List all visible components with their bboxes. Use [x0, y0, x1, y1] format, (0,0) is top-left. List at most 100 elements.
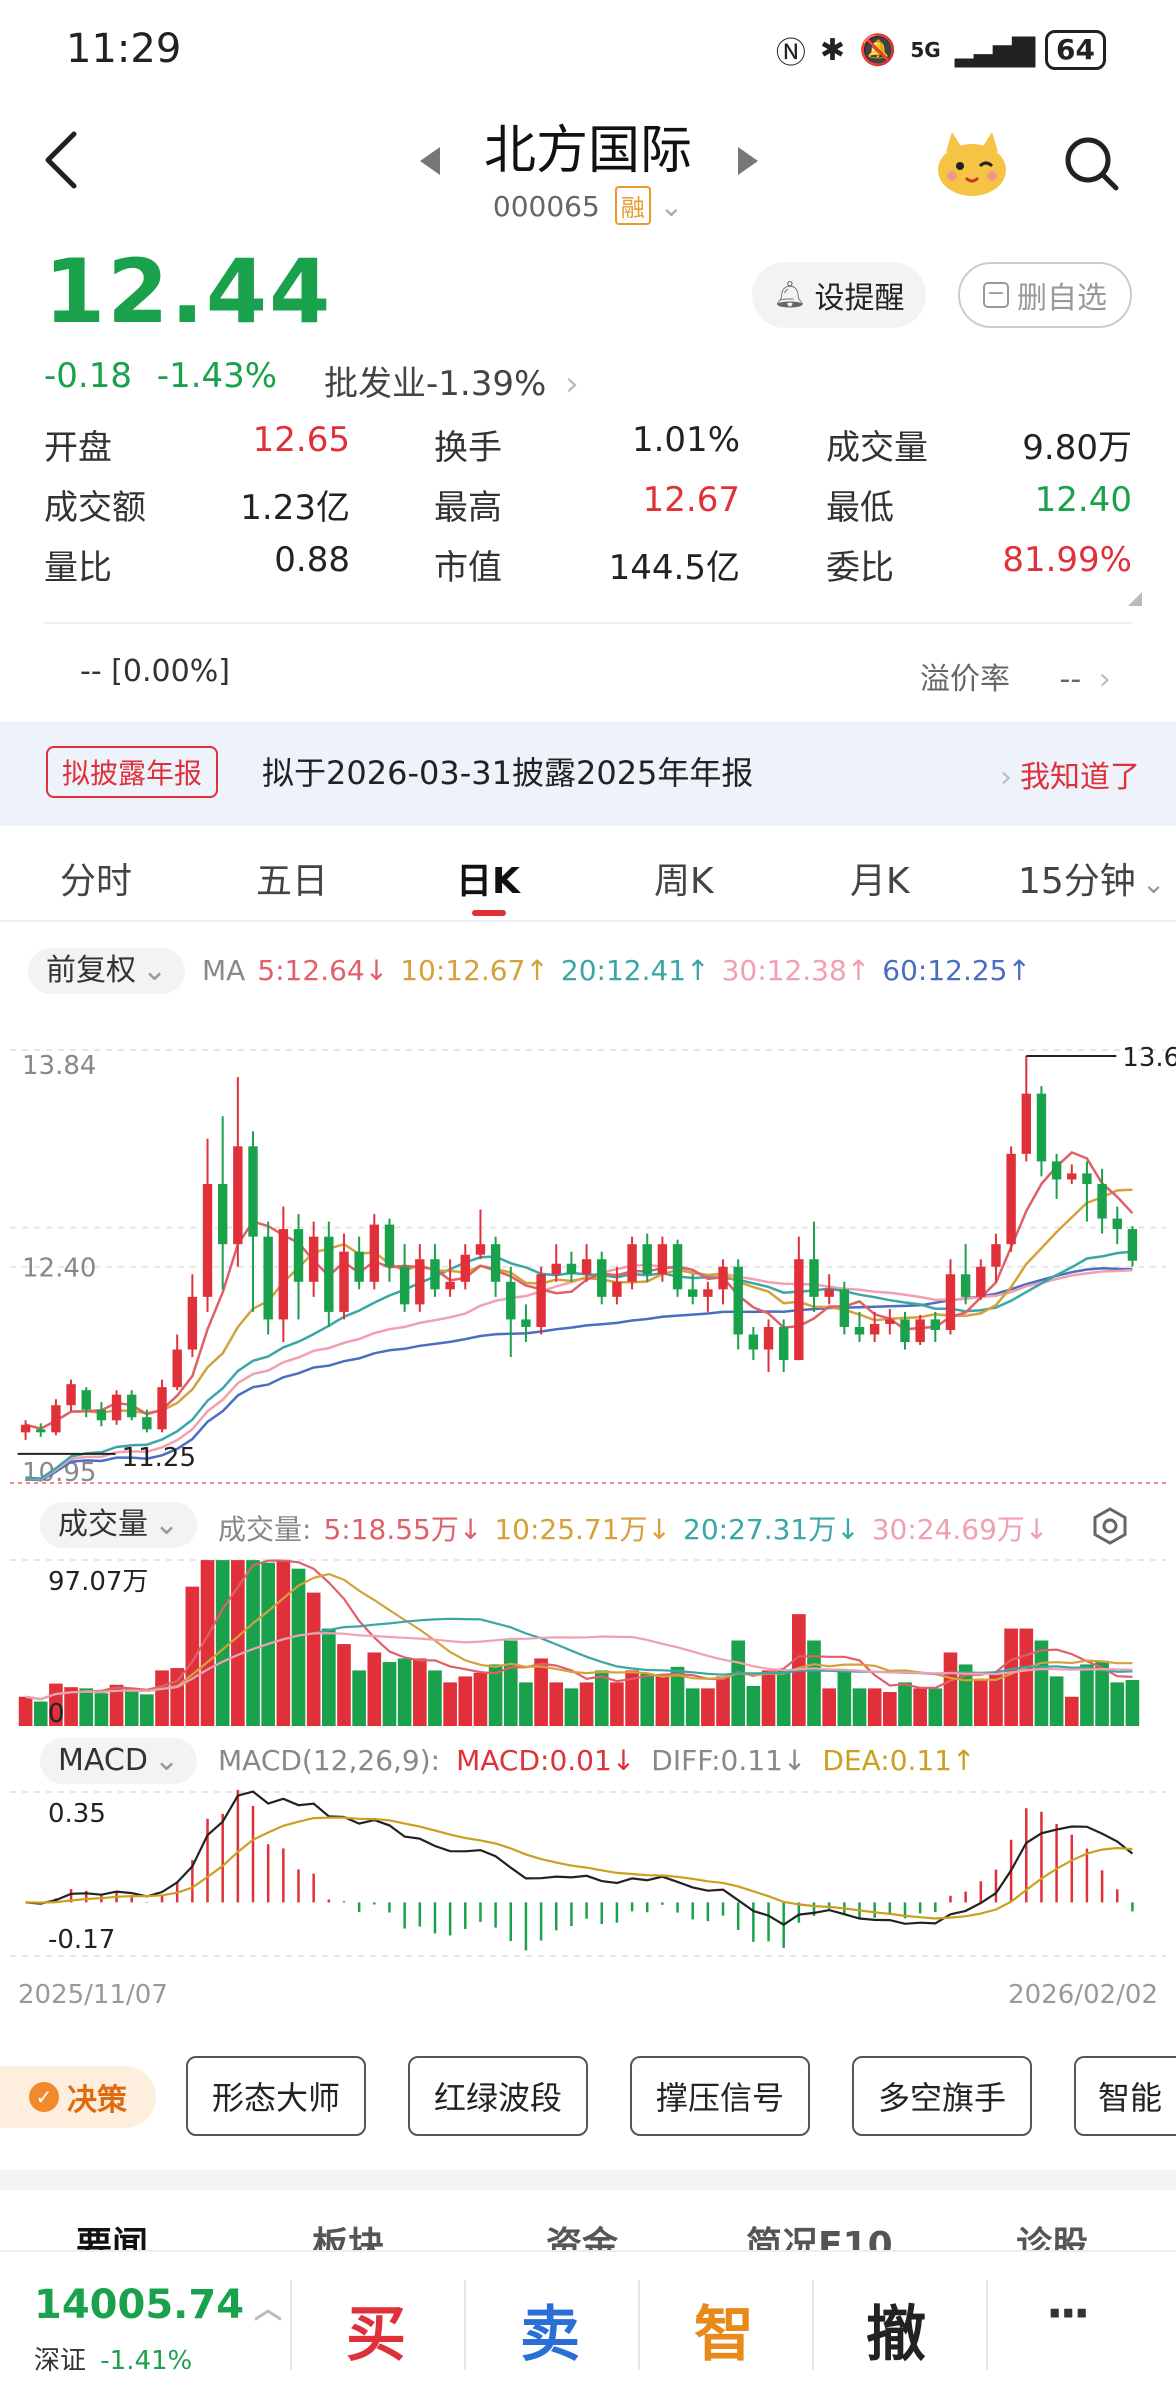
stat-value: 9.80万 — [1022, 428, 1132, 468]
volume-bar — [610, 1682, 624, 1726]
tool-smart[interactable]: 智能 — [1074, 2056, 1176, 2136]
y-axis-label: 13.84 — [22, 1051, 96, 1081]
volume-bar — [822, 1688, 836, 1726]
expand-corner-icon[interactable] — [1128, 592, 1142, 606]
search-icon[interactable] — [1062, 134, 1122, 194]
active-tab-indicator — [472, 910, 506, 916]
candle-body — [642, 1244, 652, 1275]
volume-bar — [989, 1674, 1003, 1726]
volume-bar — [337, 1644, 351, 1726]
tab-five-day[interactable]: 五日 — [256, 852, 328, 904]
volume-bar — [124, 1688, 139, 1726]
candle-body — [885, 1319, 895, 1324]
tool-red-green-band[interactable]: 红绿波段 — [408, 2056, 588, 2136]
set-alert-label: 设提醒 — [814, 281, 905, 316]
index-change: -1.41% — [100, 2346, 193, 2376]
sell-button[interactable]: 卖 — [520, 2286, 580, 2373]
macd-y-label: -0.17 — [48, 1925, 115, 1955]
remove-watchlist-button[interactable]: − 删自选 — [958, 262, 1132, 328]
kline-chart[interactable]: 13.84 12.40 10.95 13.66 11.25 97.07万 0 0.35 -0.1… — [0, 1020, 1176, 1980]
stat-value: 12.67 — [642, 480, 740, 520]
notice-text[interactable]: 拟于2026-03-31披露2025年年报 — [262, 748, 753, 794]
macd-dropdown[interactable]: MACD ⌄ — [40, 1738, 198, 1784]
volume-bar — [322, 1628, 336, 1726]
volume-bar — [140, 1694, 154, 1726]
industry-link[interactable]: 批发业-1.39% › — [324, 356, 579, 405]
candle-body — [566, 1263, 577, 1275]
tool-label: 形态大师 — [211, 2079, 340, 2117]
candle-body — [536, 1274, 546, 1327]
volume-bar — [928, 1688, 943, 1726]
legend-item: 60:12.25↑ — [882, 954, 1031, 987]
volume-bar — [33, 1701, 48, 1726]
volume-bar — [883, 1691, 897, 1726]
next-stock-icon[interactable] — [736, 145, 760, 177]
index-value[interactable]: 14005.74 ︿ — [34, 2282, 282, 2328]
remove-watchlist-label: 删自选 — [1017, 281, 1107, 316]
candle-body — [976, 1266, 986, 1297]
candle-body — [157, 1387, 167, 1430]
candle-body — [1006, 1153, 1016, 1245]
volume-bar — [352, 1670, 366, 1726]
candle-body — [430, 1259, 440, 1290]
volume-bar — [231, 1560, 245, 1726]
stat-value: 1.01% — [631, 420, 740, 460]
candle-body — [1127, 1229, 1138, 1261]
tool-pattern-master[interactable]: 形态大师 — [186, 2056, 366, 2136]
price-change-pct: -1.43% — [156, 356, 278, 396]
volume-bar — [94, 1693, 109, 1726]
chevron-down-icon: ⌄ — [154, 1507, 180, 1542]
tab-monthly-k[interactable]: 月K — [850, 852, 910, 904]
volume-bar — [428, 1670, 442, 1726]
tab-intraday[interactable]: 分时 — [60, 852, 132, 904]
tab-15min[interactable]: 15分钟 ⌄ — [1018, 852, 1165, 904]
tool-label: 红绿波段 — [433, 2079, 562, 2117]
mascot-icon[interactable] — [932, 128, 1012, 200]
volume-label: 成交量 — [58, 1507, 148, 1542]
candle-body — [733, 1266, 743, 1335]
buy-button[interactable]: 买 — [346, 2286, 406, 2373]
stat-label: 成交额 — [44, 488, 146, 528]
volume-bar — [503, 1640, 518, 1726]
decision-button[interactable]: ✓ 决策 — [0, 2066, 156, 2128]
candle-body — [51, 1405, 61, 1433]
prev-stock-icon[interactable] — [418, 145, 442, 177]
set-alert-button[interactable]: 🔔︎ 设提醒 — [752, 262, 926, 328]
candle-body — [475, 1244, 486, 1255]
volume-bar — [473, 1672, 488, 1726]
volume-bar — [701, 1688, 715, 1726]
separator — [986, 2280, 988, 2370]
legend-item: DIFF:0.11↓ — [651, 1744, 807, 1777]
legend-item: 5:12.64↓ — [257, 954, 389, 987]
notice-ack-button[interactable]: › 我知道了 — [1000, 752, 1140, 796]
y-axis-label: 10.95 — [22, 1458, 96, 1488]
tab-weekly-k[interactable]: 周K — [654, 852, 714, 904]
candle-body — [869, 1323, 880, 1335]
tool-bull-bear-flag[interactable]: 多空旗手 — [852, 2056, 1032, 2136]
volume-bar — [1034, 1640, 1049, 1726]
candle-body — [66, 1384, 76, 1406]
premium-rate-link[interactable]: 溢价率 -- › — [920, 654, 1111, 698]
candle-body — [127, 1394, 137, 1418]
separator — [464, 2280, 466, 2370]
volume-bar — [397, 1658, 412, 1726]
candle-body — [824, 1289, 834, 1297]
volume-bar — [1004, 1628, 1018, 1726]
more-button[interactable]: ··· — [1046, 2286, 1090, 2340]
smart-button[interactable]: 智 — [694, 2286, 754, 2373]
tool-label: 多空旗手 — [877, 2079, 1006, 2117]
tool-support-resistance[interactable]: 撑压信号 — [630, 2056, 810, 2136]
settings-icon[interactable] — [1090, 1506, 1130, 1546]
cancel-order-button[interactable]: 撤 — [866, 2286, 926, 2373]
candle-body — [748, 1334, 759, 1350]
adjust-dropdown[interactable]: 前复权 ⌄ — [28, 948, 186, 994]
volume-dropdown[interactable]: 成交量 ⌄ — [40, 1502, 198, 1548]
candle-body — [945, 1274, 956, 1330]
legend-item: 10:12.67↑ — [400, 954, 549, 987]
candle-body — [324, 1236, 334, 1312]
candle-body — [1051, 1161, 1062, 1180]
legend-item: MACD:0.01↓ — [456, 1744, 636, 1777]
minus-box-icon: − — [983, 282, 1009, 308]
tab-daily-k[interactable]: 日K — [456, 852, 520, 904]
macd-y-label: 0.35 — [48, 1799, 106, 1829]
